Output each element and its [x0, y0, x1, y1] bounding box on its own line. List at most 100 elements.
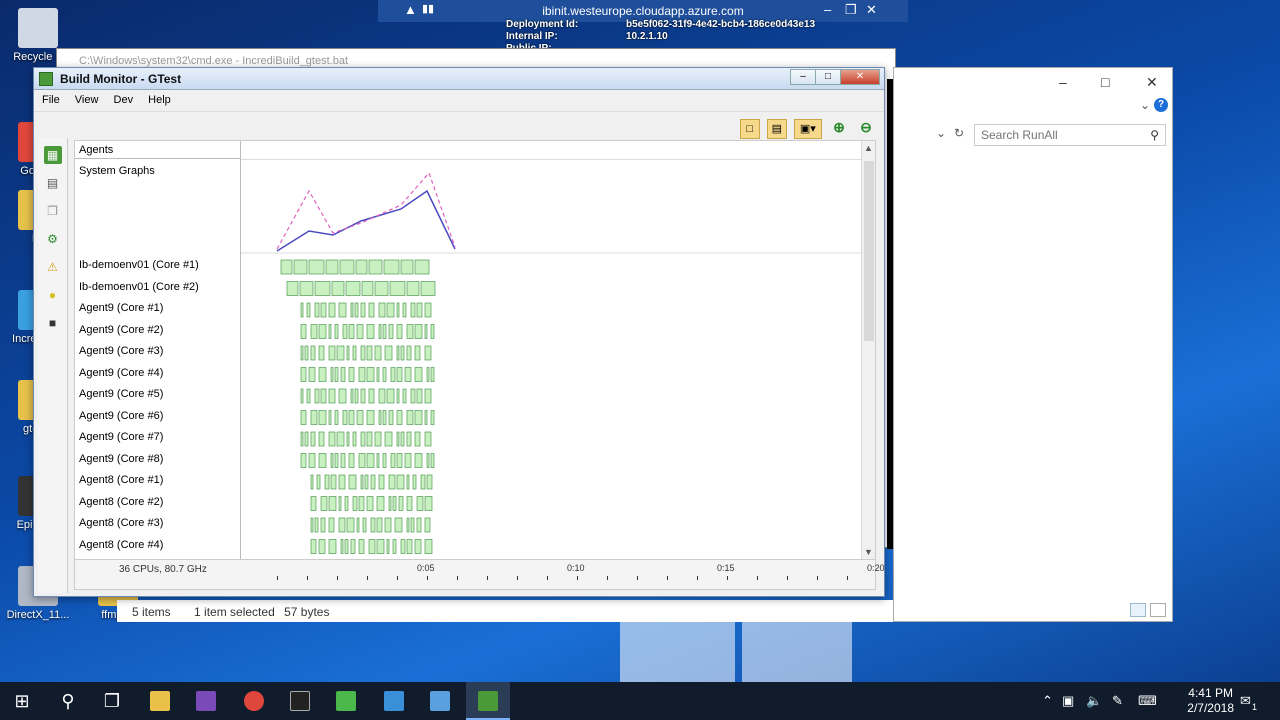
agent-task-bar: [338, 496, 342, 511]
agent-task-bar: [358, 539, 365, 554]
agent-row[interactable]: Agent9 (Core #5): [75, 384, 240, 406]
maximize-button[interactable]: □: [815, 69, 841, 85]
rdp-minimize-button[interactable]: –: [824, 2, 831, 17]
menu-file[interactable]: File: [42, 94, 60, 106]
details-view-button[interactable]: [1130, 603, 1146, 617]
app-icon[interactable]: [372, 682, 416, 720]
agents-view-icon[interactable]: ⚙: [44, 230, 62, 248]
search-box[interactable]: ⚲: [974, 124, 1166, 146]
explorer-window[interactable]: – □ ✕ ⌄ ? ⌄ ↻ ⚲: [893, 67, 1173, 622]
explorer-taskbar-icon[interactable]: [418, 682, 462, 720]
explorer-close-button[interactable]: ✕: [1146, 74, 1158, 91]
agent-task-bar: [331, 281, 345, 296]
projects-view-icon[interactable]: ❐: [44, 202, 62, 220]
agent-row[interactable]: Agent9 (Core #2): [75, 320, 240, 342]
time-tick-label: 0:10: [567, 563, 585, 573]
build-monitor-titlebar[interactable]: Build Monitor - GTest – □ ✕: [34, 68, 884, 90]
agent-task-bar: [406, 431, 412, 447]
agent-task-bar: [416, 517, 422, 533]
minimize-button[interactable]: –: [790, 69, 816, 85]
window-title: Build Monitor - GTest: [60, 72, 182, 86]
agent-row[interactable]: Agent8 (Core #4): [75, 535, 240, 557]
cmd-icon[interactable]: [278, 682, 322, 720]
warning-icon[interactable]: ⚠: [44, 258, 62, 276]
agent-task-bar: [410, 517, 415, 533]
rdp-close-button[interactable]: ✕: [866, 2, 877, 18]
save-icon[interactable]: ■: [44, 314, 62, 332]
notification-count: 1: [1252, 702, 1258, 712]
agent-row[interactable]: Agent9 (Core #8): [75, 449, 240, 471]
build-monitor-window[interactable]: Build Monitor - GTest – □ ✕ File View De…: [33, 67, 885, 597]
tray-chevron-icon[interactable]: ⌃: [1042, 682, 1053, 720]
agent-row[interactable]: Agent8 (Core #3): [75, 513, 240, 535]
start-button[interactable]: ⊞: [0, 682, 44, 720]
agent-task-bar: [318, 410, 327, 425]
agent-row[interactable]: Ib-demoenv01 (Core #2): [75, 277, 240, 299]
history-dropdown-icon[interactable]: ⌄: [936, 126, 946, 140]
file-explorer-icon[interactable]: [138, 682, 182, 720]
agent-task-bar: [420, 281, 436, 296]
agent-row[interactable]: Agent8 (Core #1): [75, 470, 240, 492]
volume-muted-icon[interactable]: 🔈: [1086, 682, 1102, 720]
agent-task-bar: [424, 345, 432, 361]
keyboard-icon[interactable]: ⌨: [1138, 682, 1157, 720]
agent-task-bar: [300, 410, 307, 425]
menu-view[interactable]: View: [75, 94, 99, 106]
agent-task-bar: [376, 367, 380, 382]
close-button[interactable]: ✕: [840, 69, 880, 85]
rdp-restore-button[interactable]: ❐: [845, 2, 857, 18]
menu-dev[interactable]: Dev: [114, 94, 134, 106]
agent-task-bar: [360, 302, 366, 318]
refresh-icon[interactable]: ↻: [954, 126, 964, 140]
agent-task-bar: [320, 517, 326, 533]
view-mode-1-button[interactable]: □: [739, 119, 760, 139]
agent-task-bar: [396, 431, 400, 447]
scroll-up-icon[interactable]: ▲: [864, 143, 873, 153]
help-icon[interactable]: ?: [1154, 98, 1168, 112]
output-view-icon[interactable]: ▤: [44, 174, 62, 192]
agent-row[interactable]: Ib-demoenv01 (Core #1): [75, 255, 240, 277]
time-tick-mark: [697, 576, 698, 580]
scroll-down-icon[interactable]: ▼: [864, 547, 873, 557]
agent-row[interactable]: Agent9 (Core #4): [75, 363, 240, 385]
timeline-area[interactable]: [241, 159, 861, 559]
agent-task-bar: [334, 324, 339, 339]
search-icon[interactable]: ⚲: [46, 682, 90, 720]
explorer-maximize-button[interactable]: □: [1101, 74, 1109, 90]
vertical-scrollbar[interactable]: ▲ ▼: [861, 141, 875, 559]
agents-header[interactable]: Agents: [75, 141, 240, 159]
agent-row[interactable]: Agent9 (Core #6): [75, 406, 240, 428]
build-monitor-taskbar-icon[interactable]: [466, 682, 510, 720]
large-icons-view-button[interactable]: [1150, 603, 1166, 617]
scroll-thumb[interactable]: [864, 161, 874, 341]
notepad-icon[interactable]: [324, 682, 368, 720]
time-tick-mark: [637, 576, 638, 580]
agent-task-bar: [388, 474, 396, 490]
search-input[interactable]: [981, 128, 1141, 142]
agent-task-bar: [310, 345, 316, 361]
zoom-out-icon[interactable]: ⊖: [856, 118, 876, 138]
agent-row[interactable]: Agent9 (Core #7): [75, 427, 240, 449]
pen-icon[interactable]: ✎: [1112, 682, 1123, 720]
progress-view-icon[interactable]: ▦: [43, 146, 62, 164]
agent-row[interactable]: Agent9 (Core #3): [75, 341, 240, 363]
view-mode-2-button[interactable]: ▤: [766, 119, 787, 139]
notification-icon[interactable]: ✉: [1240, 682, 1251, 720]
clock[interactable]: 4:41 PM 2/7/2018: [1187, 686, 1234, 716]
view-mode-3-button[interactable]: ▣▾: [793, 119, 822, 139]
time-tick-label: 0:15: [717, 563, 735, 573]
agent-row[interactable]: Agent9 (Core #1): [75, 298, 240, 320]
tip-bulb-icon[interactable]: ●: [44, 286, 62, 304]
visual-studio-icon[interactable]: [184, 682, 228, 720]
chevron-down-icon[interactable]: ⌄: [1140, 98, 1150, 112]
network-icon[interactable]: ▣: [1062, 682, 1074, 720]
chrome-icon[interactable]: [232, 682, 276, 720]
menu-help[interactable]: Help: [148, 94, 171, 106]
agent-row[interactable]: Agent8 (Core #2): [75, 492, 240, 514]
task-view-icon[interactable]: ❐: [90, 682, 134, 720]
agent-task-bar: [310, 431, 316, 447]
zoom-in-icon[interactable]: ⊕: [829, 118, 849, 138]
agent-task-bar: [414, 367, 423, 382]
agent-task-bar: [374, 345, 382, 361]
explorer-minimize-button[interactable]: –: [1059, 74, 1067, 90]
